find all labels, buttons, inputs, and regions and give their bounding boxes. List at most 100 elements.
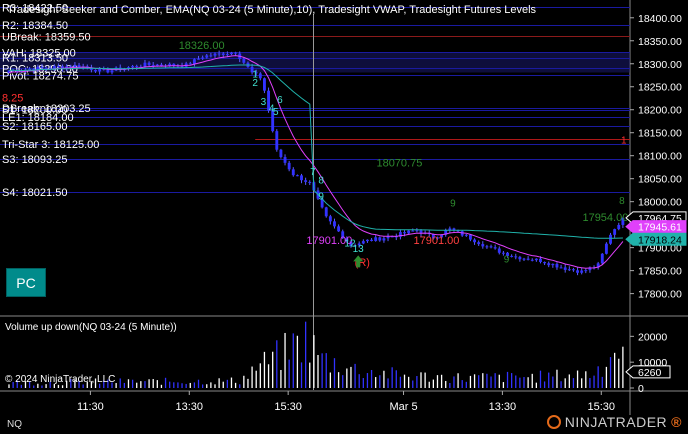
price-tick-label: 18400.00 (638, 13, 682, 25)
price-tick-label: 18250.00 (638, 82, 682, 94)
sequence-number: 8 (318, 175, 324, 186)
candle-body (559, 267, 563, 269)
volume-tick-label: 0 (638, 383, 644, 395)
candle-body (563, 267, 567, 270)
candle-body (213, 53, 217, 56)
price-tick-label: 18000.00 (638, 197, 682, 209)
candle-body (617, 224, 621, 230)
candle-body (539, 258, 542, 263)
candle-body (473, 239, 477, 243)
candle-body (333, 221, 336, 227)
candle-body (518, 256, 522, 260)
candle-body (230, 52, 233, 55)
candle-body (201, 57, 205, 59)
candle-body (510, 255, 514, 257)
sequence-number: 7 (310, 167, 316, 178)
pc-button[interactable]: PC (6, 268, 46, 297)
copyright-text: © 2024 NinjaTrader, LLC (5, 374, 115, 385)
price-tick-label: 17850.00 (638, 266, 682, 278)
candle-body (131, 66, 135, 68)
candle-body (493, 247, 497, 249)
candle-body (192, 59, 196, 65)
candle-body (324, 207, 328, 217)
chart-canvas[interactable]: 1R3: 18422.50R2: 18384.50UBreak: 18359.5… (0, 0, 688, 434)
candle-body (571, 269, 575, 271)
candle-body (374, 237, 378, 241)
candle-body (477, 242, 481, 245)
candle-body (576, 270, 580, 273)
candle-body (378, 237, 382, 241)
candle-body (98, 68, 102, 72)
level-label: S2: 18165.00 (2, 121, 67, 133)
sequence-number: 3 (261, 97, 267, 108)
candle-body (44, 67, 48, 69)
candle-body (147, 62, 151, 65)
candle-body (543, 262, 547, 264)
candle-body (159, 64, 163, 66)
candle-body (205, 55, 209, 58)
level-label: S4: 18021.50 (2, 187, 67, 199)
level-label: UBreak: 18359.50 (2, 31, 91, 43)
candle-body (188, 63, 192, 65)
ninjatrader-icon (546, 415, 561, 429)
price-tick-label: 18200.00 (638, 105, 682, 117)
candle-body (485, 246, 489, 248)
time-tick-label: 15:30 (274, 401, 302, 413)
price-tick-label: 18050.00 (638, 174, 682, 186)
sequence-number: 6 (277, 95, 283, 106)
volume-tick-label: 20000 (638, 331, 667, 343)
instrument-label: NQ (7, 419, 22, 430)
candle-body (522, 258, 526, 260)
candle-body (551, 263, 555, 266)
time-tick-label: 13:30 (489, 401, 517, 413)
sequence-number: 2 (252, 78, 258, 89)
candle-body (304, 180, 308, 182)
price-tick-label: 18150.00 (638, 128, 682, 140)
candle-body (300, 175, 303, 181)
sequence-number: 9 (450, 198, 456, 209)
candle-body (534, 258, 538, 261)
chart-annotation: 17954.00 (582, 212, 628, 224)
candle-body (291, 169, 295, 176)
candle-body (143, 62, 147, 67)
candle-body (279, 149, 283, 158)
candle-body (386, 236, 390, 239)
red-level-label: 1 (621, 136, 627, 147)
chart-annotation: 18326.00 (179, 40, 225, 52)
candle-body (234, 52, 238, 54)
candle-body (328, 216, 332, 222)
candle-body (221, 53, 225, 56)
candle-body (489, 246, 493, 248)
candle-body (135, 66, 139, 68)
price-tick-label: 18300.00 (638, 59, 682, 71)
candle-body (242, 58, 246, 63)
candle-body (77, 65, 81, 68)
candle-body (514, 256, 518, 258)
candle-body (110, 70, 114, 73)
price-tick-label: 17800.00 (638, 289, 682, 301)
candle-body (275, 131, 279, 150)
candle-body (464, 234, 468, 236)
candle-body (580, 270, 584, 273)
candle-body (337, 226, 341, 232)
candle-body (403, 232, 406, 234)
candle-body (262, 78, 266, 91)
candle-body (217, 53, 221, 55)
candle-body (382, 238, 386, 241)
candle-body (407, 230, 411, 234)
candle-body (283, 157, 287, 163)
candle-body (411, 230, 415, 232)
sequence-number: 9 (504, 254, 510, 265)
candle-body (468, 234, 472, 240)
candle-body (308, 181, 312, 183)
level-label: Tri-Star 3: 18125.00 (2, 139, 99, 151)
candle-body (530, 259, 534, 261)
price-marker-label: 17945.61 (638, 222, 682, 234)
price-tick-label: 18100.00 (638, 151, 682, 163)
candle-body (584, 270, 588, 272)
level-label: S3: 18093.25 (2, 154, 67, 166)
candle-body (106, 69, 110, 73)
candle-body (567, 269, 571, 271)
candle-body (547, 263, 551, 266)
chart-annotation: 17901.00 (414, 235, 460, 247)
